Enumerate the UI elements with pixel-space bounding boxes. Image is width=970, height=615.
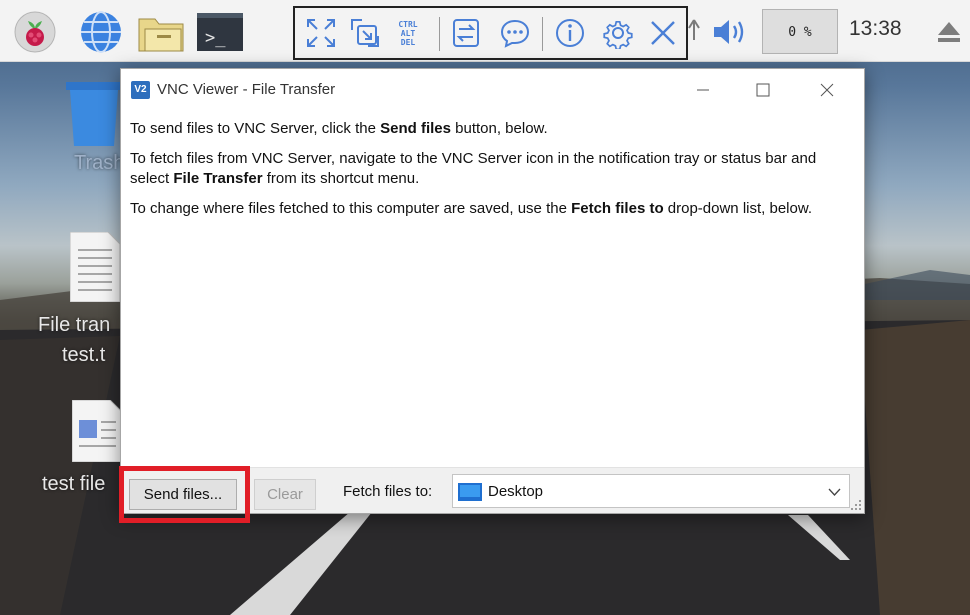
test-file-label: test file — [42, 473, 106, 495]
cpu-usage-monitor[interactable]: 0 % — [762, 9, 838, 54]
info-icon[interactable] — [554, 17, 586, 49]
file-transfer-dialog: V2 VNC Viewer - File Transfer To send fi… — [120, 68, 865, 514]
vnc-viewer-toolbar: CTRL ALT DEL — [293, 6, 688, 60]
text-file-icon — [70, 232, 120, 302]
dialog-title: VNC Viewer - File Transfer — [157, 81, 336, 98]
fetch-location-value: Desktop — [488, 483, 544, 500]
settings-icon[interactable] — [602, 17, 634, 49]
maximize-button[interactable] — [741, 76, 785, 104]
ctrl-alt-del-icon[interactable]: CTRL ALT DEL — [392, 17, 424, 49]
document-icon — [72, 400, 122, 462]
chevron-down-icon — [828, 488, 841, 496]
resize-grip-icon[interactable] — [850, 499, 862, 511]
close-button[interactable] — [805, 76, 849, 104]
toolbar-separator — [542, 17, 543, 51]
file-transfer-label-line2: test.t — [62, 344, 106, 366]
vnc-app-icon: V2 — [131, 81, 150, 99]
save-location-instructions: To change where files fetched to this co… — [130, 200, 813, 217]
desktop-folder-icon — [458, 483, 482, 501]
top-panel: >_ CTRL ALT DEL 0 % 13:38 — [0, 0, 970, 62]
svg-text:CTRL: CTRL — [398, 20, 417, 29]
toolbar-separator — [439, 17, 440, 51]
clock[interactable]: 13:38 — [849, 17, 902, 41]
terminal-icon[interactable]: >_ — [196, 11, 244, 53]
trash-label: Trash — [74, 152, 125, 174]
close-connection-icon[interactable] — [647, 17, 679, 49]
chat-icon[interactable] — [499, 17, 531, 49]
instructions-text: To send files to VNC Server, click the S… — [130, 119, 855, 229]
svg-text:DEL: DEL — [401, 38, 416, 47]
scale-icon[interactable] — [349, 17, 381, 49]
raspberry-pi-menu-icon[interactable] — [14, 11, 56, 53]
full-screen-icon[interactable] — [305, 17, 337, 49]
svg-text:ALT: ALT — [401, 29, 416, 38]
up-arrow-icon[interactable] — [687, 18, 701, 42]
send-files-highlight — [119, 466, 250, 523]
send-instructions: To send files to VNC Server, click the S… — [130, 120, 548, 137]
file-transfer-label-line1: File tran — [38, 314, 111, 336]
minimize-button[interactable] — [681, 76, 725, 104]
volume-icon[interactable] — [711, 16, 749, 48]
eject-icon[interactable] — [937, 20, 961, 44]
file-manager-icon[interactable] — [137, 11, 185, 53]
svg-text:>_: >_ — [205, 28, 226, 48]
file-transfer-icon[interactable] — [450, 17, 482, 49]
fetch-files-to-label: Fetch files to: — [343, 483, 433, 500]
web-browser-icon[interactable] — [80, 11, 122, 53]
fetch-instructions: To fetch files from VNC Server, navigate… — [130, 150, 817, 187]
dialog-titlebar[interactable]: V2 VNC Viewer - File Transfer — [121, 69, 864, 109]
fetch-files-to-dropdown[interactable]: Desktop — [452, 474, 850, 508]
clear-button[interactable]: Clear — [254, 479, 316, 510]
